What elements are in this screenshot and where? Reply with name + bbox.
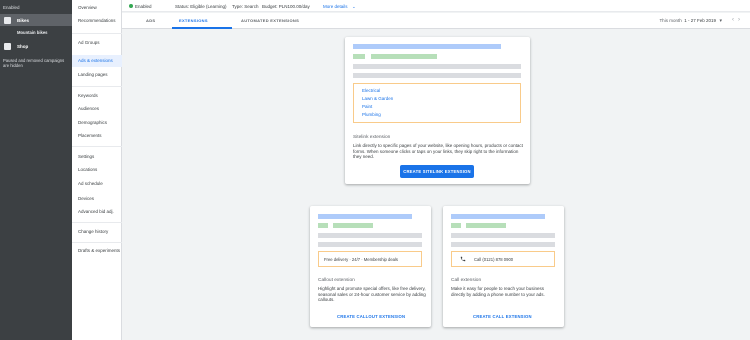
campaign-status-bar: Enabled Status: Eligible (Learning) Type… [122,0,750,12]
campaign-label: Shop [17,43,29,49]
menu-item-devices[interactable]: Devices [78,196,120,202]
preview-ad-badge-bar [353,54,365,59]
menu-item-overview[interactable]: Overview [78,5,120,11]
preview-text-bar [353,73,521,78]
card-title: Call extension [451,278,482,283]
campaign-icon [4,16,11,24]
callout-preview-box: Free delivery · 24/7 · Membership deals [318,251,422,267]
create-callout-button[interactable]: CREATE CALLOUT EXTENSION [337,314,405,319]
create-sitelink-button[interactable]: CREATE SITELINK EXTENSION [400,165,474,178]
tab-extensions[interactable]: EXTENSIONS [179,18,208,23]
preview-url-bar [466,223,506,228]
preview-text-bar [451,242,555,247]
campaign-label: Bikes [17,17,30,23]
menu-divider [72,146,122,147]
menu-item-recommendations[interactable]: Recommendations [78,18,120,24]
hidden-campaigns-note: Paused and removed campaigns are hidden [3,58,65,68]
callout-preview-text: Free delivery · 24/7 · Membership deals [324,257,399,262]
page-menu: Overview Recommendations Ad Groups Ads &… [72,0,122,340]
sitelinks-preview-box: Electrical Lawn & Garden Paint Plumbing [353,83,521,123]
campaign-shop[interactable]: Shop [0,40,72,52]
active-tab-indicator [172,27,232,29]
menu-item-ad-groups[interactable]: Ad Groups [78,40,120,46]
preview-url-bar [371,54,437,59]
tab-bar: ADS EXTENSIONS AUTOMATED EXTENSIONS This… [122,13,750,29]
menu-item-drafts-experiments[interactable]: Drafts & experiments [78,248,120,254]
menu-divider [72,222,122,223]
card-title: Callout extension [318,278,355,283]
campaign-tree: Enabled Bikes Mountain bikes Shop Paused… [0,0,72,340]
sitelink-preview: Paint [362,104,373,109]
sitelink-preview: Lawn & Garden [362,96,394,101]
menu-item-audiences[interactable]: Audiences [78,106,120,112]
enabled-filter-label[interactable]: Enabled [3,5,20,10]
menu-item-demographics[interactable]: Demographics [78,120,120,126]
menu-item-ads-extensions[interactable]: Ads & extensions [72,55,122,67]
preview-headline-bar [318,214,412,219]
campaign-type: Type: Search [232,3,259,9]
menu-item-locations[interactable]: Locations [78,167,120,173]
menu-divider [72,242,122,243]
call-preview-box: Call (0121) 878 0900 [451,251,555,267]
callout-extension-card: Free delivery · 24/7 · Membership deals … [310,206,431,327]
menu-divider [72,86,122,87]
sitelink-preview: Plumbing [362,112,381,117]
preview-headline-bar [353,44,501,49]
enabled-status-dot [129,4,133,8]
date-nav-arrows-icon[interactable]: ‹› [732,17,744,23]
enabled-status[interactable]: Enabled [135,4,152,9]
preview-ad-badge-bar [451,223,461,228]
menu-divider [72,33,122,34]
menu-item-keywords[interactable]: Keywords [78,93,120,99]
create-call-button[interactable]: CREATE CALL EXTENSION [473,314,532,319]
campaign-budget[interactable]: Budget: PLN100.00/day [262,4,310,9]
menu-item-change-history[interactable]: Change history [78,229,120,235]
sitelink-preview: Electrical [362,88,381,93]
preview-headline-bar [451,214,545,219]
preview-text-bar [318,233,422,238]
tab-automated-extensions[interactable]: AUTOMATED EXTENSIONS [241,18,299,23]
card-description: Link directly to specific pages of your … [353,143,523,160]
call-preview-text: Call (0121) 878 0900 [474,257,514,262]
preview-text-bar [318,242,422,247]
card-description: Highlight and promote special offers, li… [318,286,426,303]
menu-item-settings[interactable]: Settings [78,154,120,160]
call-extension-card: Call (0121) 878 0900 Call extension Make… [443,206,564,327]
tab-ads[interactable]: ADS [146,18,155,23]
menu-item-landing-pages[interactable]: Landing pages [78,72,120,78]
campaign-status: Status: Eligible (Learning) [175,3,227,9]
shopping-icon [4,42,11,50]
adgroup-mountain-bikes[interactable]: Mountain bikes [17,30,47,35]
card-description: Make it easy for people to reach your bu… [451,286,545,297]
phone-icon [460,256,466,262]
preview-url-bar [333,223,373,228]
preview-text-bar [451,233,555,238]
chevron-down-icon[interactable]: ⌄ [352,4,356,10]
sitelink-extension-card: Electrical Lawn & Garden Paint Plumbing … [345,37,530,184]
card-title: Sitelink extension [353,135,391,140]
menu-item-advanced-bid-adj[interactable]: Advanced bid adj. [78,209,120,215]
preview-ad-badge-bar [318,223,328,228]
more-details-link[interactable]: More details [323,4,348,9]
chevron-down-icon[interactable]: ▾ [719,18,722,24]
date-range-picker[interactable]: This month 1 - 27 Feb 2019 [659,18,716,23]
campaign-bikes[interactable]: Bikes [0,14,72,26]
date-range-value: 1 - 27 Feb 2019 [684,18,716,23]
menu-item-ad-schedule[interactable]: Ad schedule [78,181,120,187]
preview-text-bar [353,64,521,69]
date-range-prefix: This month [659,18,682,23]
menu-item-placements[interactable]: Placements [78,133,120,139]
